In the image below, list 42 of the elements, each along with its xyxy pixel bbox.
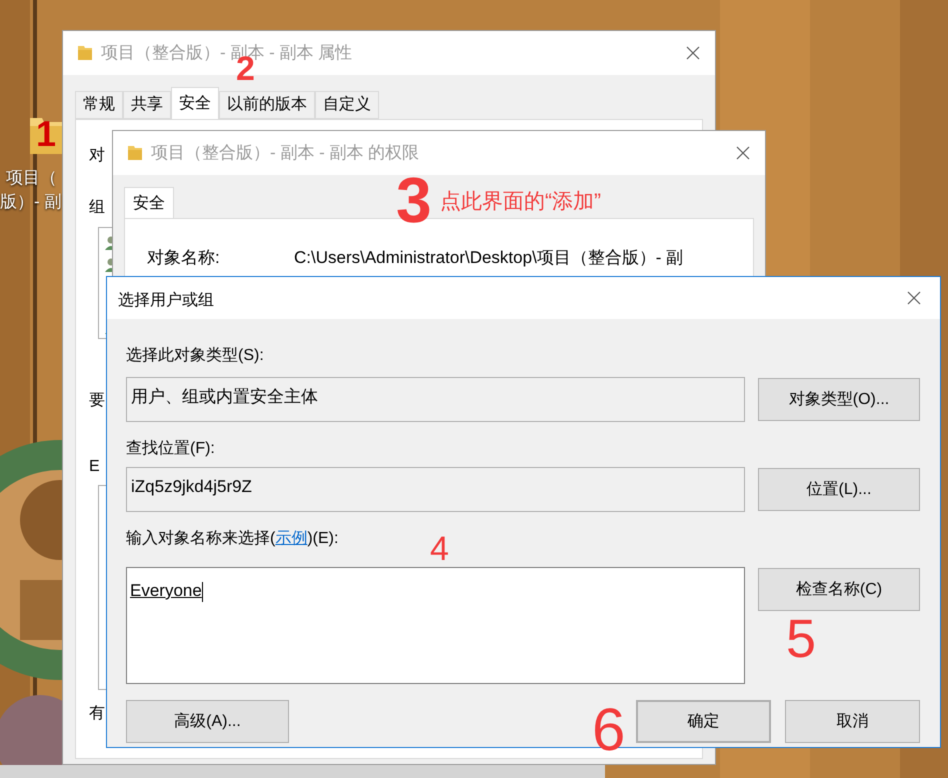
tab[interactable]: 共享 xyxy=(123,91,171,119)
object-types-button[interactable]: 对象类型(O)... xyxy=(758,378,920,421)
annotation: 3 xyxy=(396,168,432,232)
tab[interactable]: 自定义 xyxy=(315,91,379,119)
locations-button[interactable]: 位置(L)... xyxy=(758,468,920,511)
label: 要 xyxy=(89,391,105,411)
tab[interactable]: 安全 xyxy=(124,187,174,219)
annotation: 点此界面的“添加” xyxy=(440,191,601,212)
window-title: 选择用户或组 xyxy=(118,290,214,311)
object-names-field[interactable]: Everyone xyxy=(126,567,745,684)
icon-label[interactable]: 版）- 副 xyxy=(0,189,62,214)
folder-icon xyxy=(127,144,143,162)
close-button[interactable] xyxy=(906,290,922,306)
text-cursor xyxy=(202,582,203,602)
field-label: 输入对象名称来选择(示例)(E): xyxy=(126,528,338,549)
tab[interactable]: 安全 xyxy=(171,87,219,119)
label: 组 xyxy=(89,198,105,218)
close-button[interactable] xyxy=(685,45,701,61)
folder-icon xyxy=(77,44,93,62)
label: 对 xyxy=(89,146,105,166)
field-label: 选择此对象类型(S): xyxy=(126,346,264,366)
annotation: 1 xyxy=(36,116,56,152)
label: 对象名称: xyxy=(147,247,220,269)
tab[interactable]: 常规 xyxy=(75,91,123,119)
close-button[interactable] xyxy=(735,145,751,161)
path-text: C:\Users\Administrator\Desktop\项目（整合版）- 副 xyxy=(294,247,684,269)
check-names-button[interactable]: 检查名称(C) xyxy=(758,568,920,611)
tab[interactable]: 以前的版本 xyxy=(219,91,315,119)
examples-link[interactable]: 示例 xyxy=(275,530,308,547)
read-only-field: iZq5z9jkd4j5r9Z xyxy=(126,467,745,512)
annotation: 4 xyxy=(430,532,449,566)
cancel-button[interactable]: 取消 xyxy=(785,700,920,743)
icon-label[interactable]: 项目（ xyxy=(6,165,57,190)
label: E xyxy=(89,457,100,477)
read-only-field: 用户、组或内置安全主体 xyxy=(126,377,745,422)
window-title: 项目（整合版）- 副本 - 副本 的权限 xyxy=(151,142,420,164)
field-label: 查找位置(F): xyxy=(126,438,215,459)
label: 有 xyxy=(89,704,105,724)
advanced-button[interactable]: 高级(A)... xyxy=(126,700,289,743)
annotation: 6 xyxy=(592,700,626,760)
annotation: 5 xyxy=(786,612,816,666)
ok-button[interactable]: 确定 xyxy=(636,700,771,743)
